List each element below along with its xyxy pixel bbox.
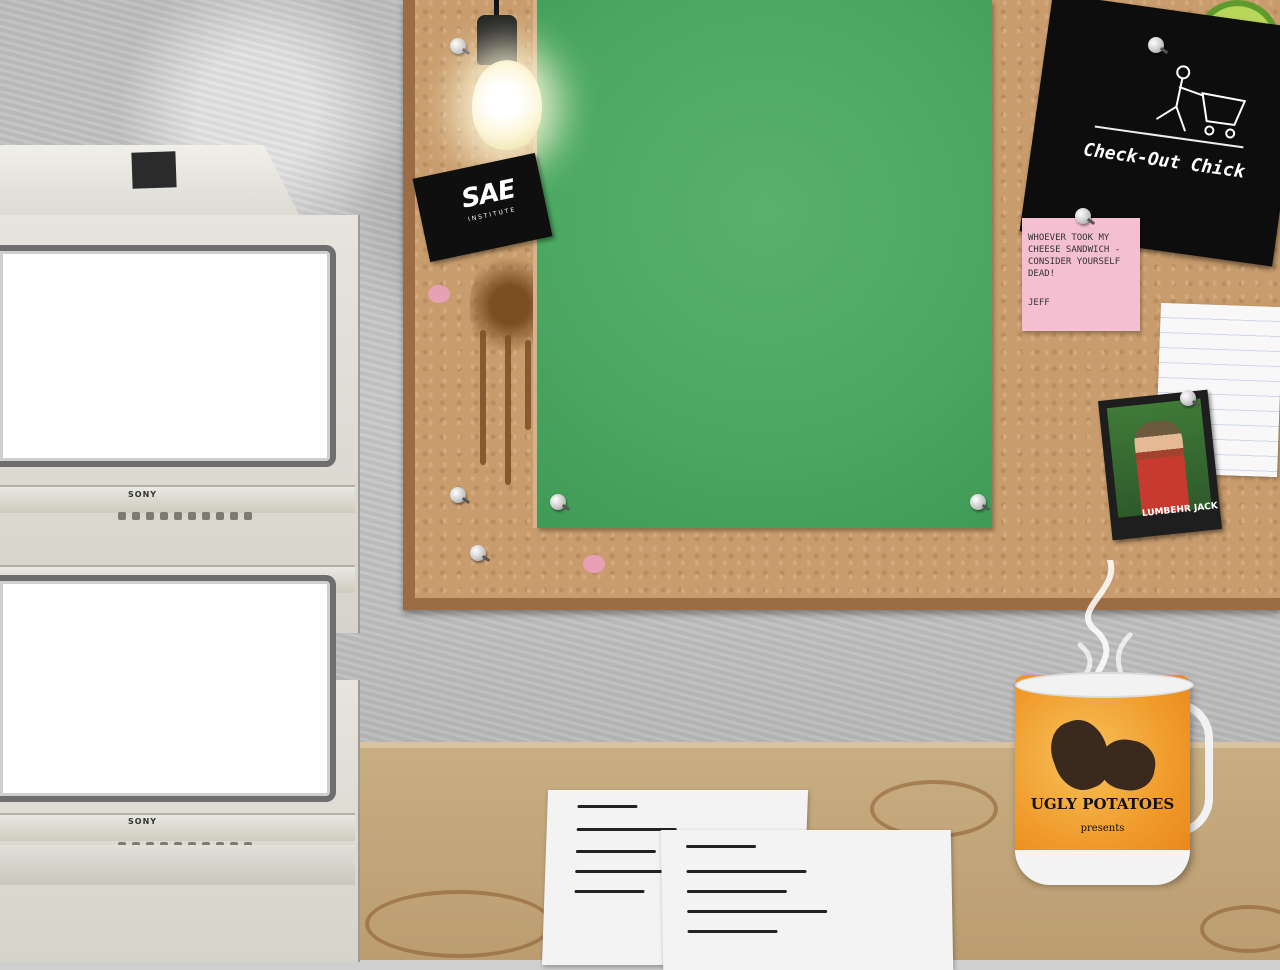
monitor-panel-top bbox=[0, 485, 355, 513]
coffee-drip bbox=[525, 340, 531, 430]
monitor-base bbox=[0, 845, 355, 885]
sticky-note[interactable]: WHOEVER TOOK MY CHEESE SANDWICH - CONSID… bbox=[1022, 218, 1140, 331]
light-bulb-icon[interactable] bbox=[472, 60, 542, 150]
mug-tagline: presents bbox=[1080, 823, 1125, 834]
chewing-gum bbox=[428, 285, 450, 303]
monitor-brand-bottom: SONY bbox=[128, 817, 158, 826]
monitor-stack: SONY SONY bbox=[0, 145, 360, 962]
monitor-panel-bottom bbox=[0, 813, 355, 841]
desk-document[interactable] bbox=[660, 830, 954, 970]
push-pin-icon bbox=[550, 494, 566, 510]
lumberjack-photo[interactable]: LUMBEHR JACK bbox=[1097, 389, 1223, 541]
mug-brand: UGLY POTATOES bbox=[1030, 795, 1175, 813]
push-pin-icon bbox=[1180, 390, 1196, 406]
bulb-socket bbox=[477, 15, 517, 65]
push-pin-icon bbox=[1075, 208, 1091, 224]
photo-image bbox=[1106, 398, 1212, 518]
shopping-cart-runner-icon bbox=[1155, 65, 1247, 139]
sticky-note-signature: JEFF bbox=[1028, 298, 1050, 308]
monitor-buttons-top bbox=[118, 512, 348, 522]
coffee-ring bbox=[365, 890, 553, 958]
green-notice-board[interactable] bbox=[537, 0, 992, 528]
sticky-note-text: WHOEVER TOOK MY CHEESE SANDWICH - CONSID… bbox=[1028, 233, 1121, 279]
monitor-brand-top: SONY bbox=[128, 490, 158, 499]
push-pin-icon bbox=[450, 38, 466, 54]
mug-base bbox=[1015, 850, 1190, 885]
push-pin-icon bbox=[470, 545, 486, 561]
coffee-drip bbox=[480, 330, 486, 465]
mug-rim bbox=[1015, 672, 1194, 698]
push-pin-icon bbox=[970, 494, 986, 510]
monitor-screen-top[interactable] bbox=[0, 245, 336, 467]
chewing-gum bbox=[583, 555, 605, 573]
push-pin-icon bbox=[450, 487, 466, 503]
coffee-drip bbox=[505, 335, 511, 485]
push-pin-icon bbox=[1148, 37, 1164, 53]
lumberjack-figure bbox=[1132, 418, 1190, 516]
monitor-screen-bottom[interactable] bbox=[0, 575, 336, 802]
